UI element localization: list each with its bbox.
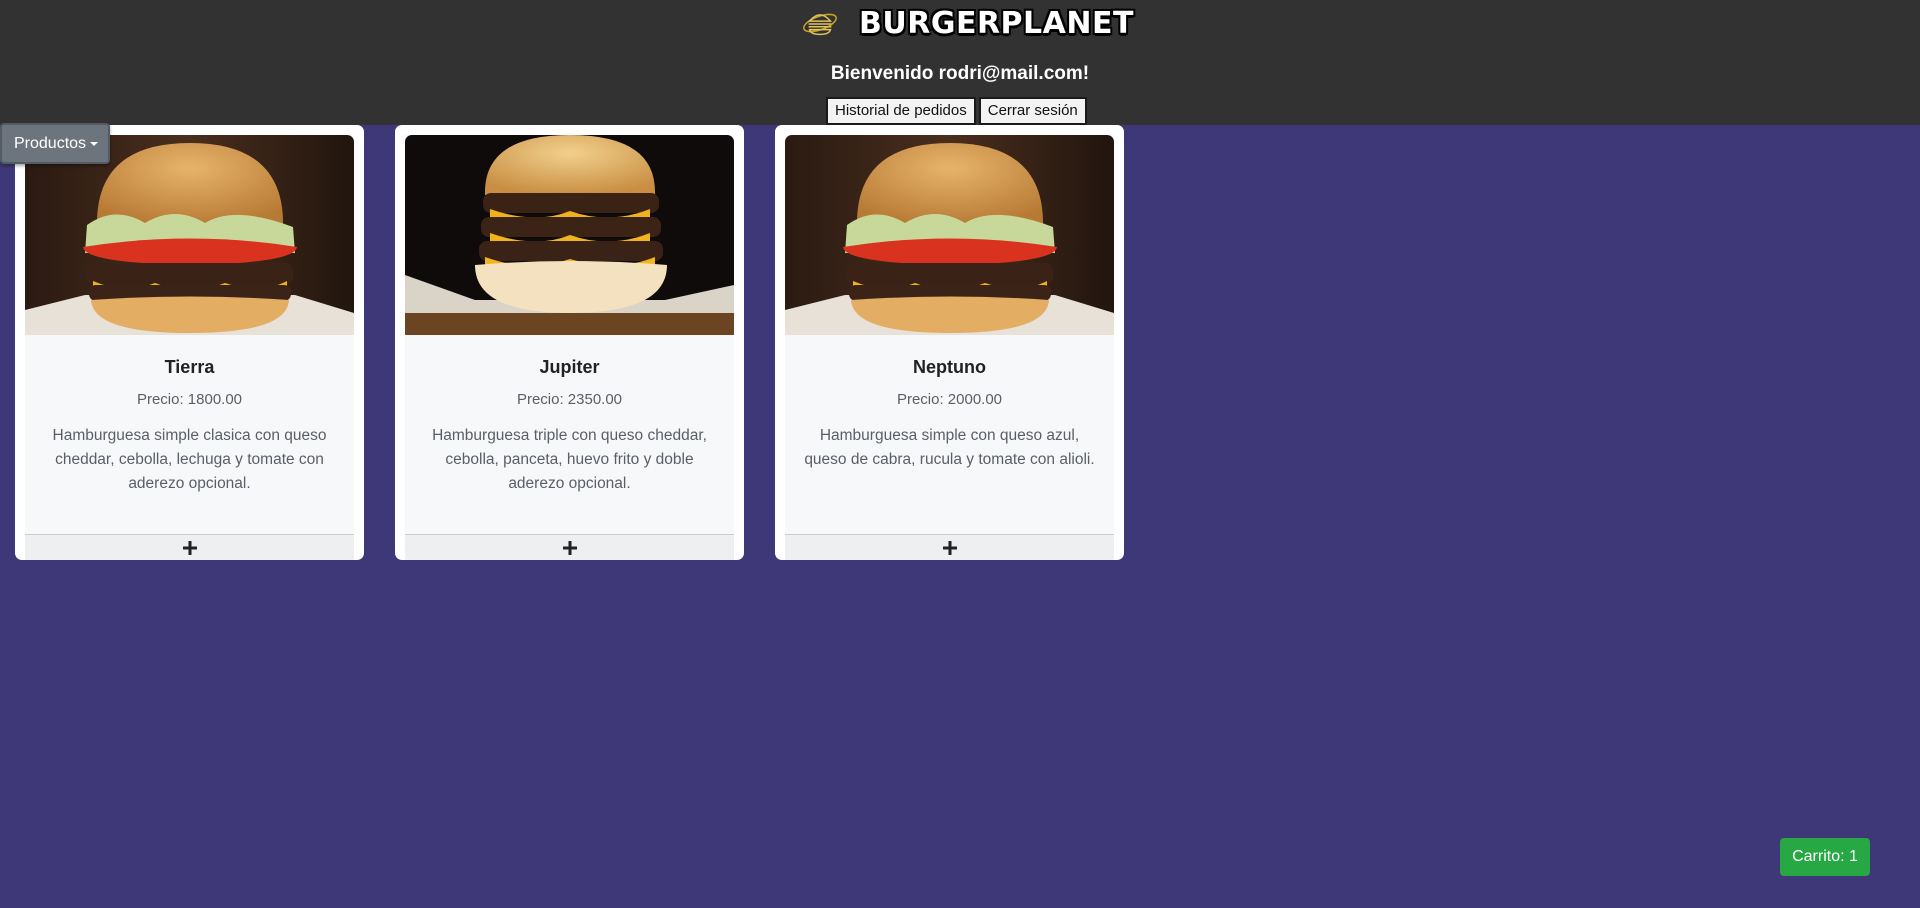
plus-icon (562, 540, 577, 555)
product-description: Hamburguesa simple con queso azul, queso… (804, 427, 1095, 468)
product-card: Neptuno Precio: 2000.00 Hamburguesa simp… (775, 125, 1124, 560)
header-actions: Historial de pedidos Cerrar sesión (826, 97, 1087, 125)
products-dropdown-label: Productos (14, 134, 87, 152)
product-description: Hamburguesa simple clasica con queso che… (52, 427, 327, 492)
plus-icon (182, 540, 197, 555)
product-name: Jupiter (539, 357, 600, 377)
product-image (405, 135, 734, 335)
top-navbar: BURGERPLANET Bienvenido rodri@mail.com! … (0, 0, 1920, 125)
welcome-message: Bienvenido rodri@mail.com! (830, 63, 1090, 84)
product-description: Hamburguesa triple con queso cheddar, ce… (432, 427, 707, 492)
product-card: Jupiter Precio: 2350.00 Hamburguesa trip… (395, 125, 744, 560)
product-image (25, 135, 354, 335)
add-to-cart-button[interactable] (405, 534, 734, 560)
order-history-button[interactable]: Historial de pedidos (826, 97, 976, 125)
product-name: Neptuno (913, 357, 986, 377)
add-to-cart-button[interactable] (25, 534, 354, 560)
product-card: Tierra Precio: 1800.00 Hamburguesa simpl… (15, 125, 364, 560)
add-to-cart-button[interactable] (785, 534, 1114, 560)
brand[interactable]: BURGERPLANET (801, 4, 1134, 42)
product-image (785, 135, 1114, 335)
product-price: Precio: 2350.00 (516, 391, 623, 408)
products-dropdown-button[interactable]: Productos (0, 123, 110, 164)
plus-icon (942, 540, 957, 555)
product-price: Precio: 1800.00 (136, 391, 243, 408)
brand-name: BURGERPLANET (859, 5, 1134, 41)
product-name: Tierra (164, 357, 215, 377)
burger-planet-logo-icon (803, 13, 837, 36)
logout-button[interactable]: Cerrar sesión (978, 97, 1087, 125)
caret-down-icon (90, 141, 99, 146)
product-price: Precio: 2000.00 (896, 391, 1003, 408)
cart-button[interactable]: Carrito: 1 (1780, 838, 1870, 876)
